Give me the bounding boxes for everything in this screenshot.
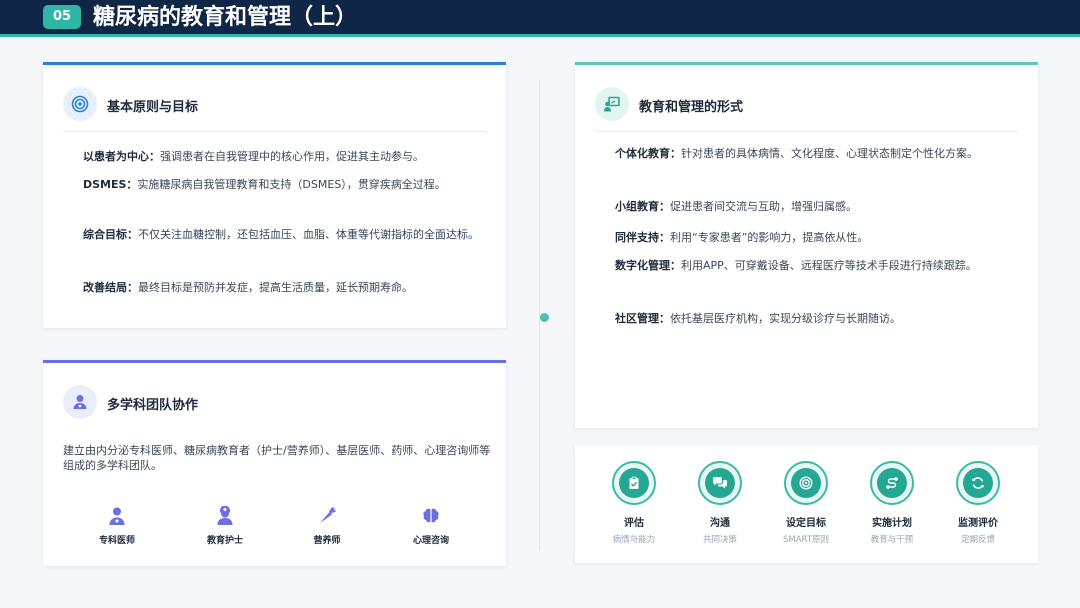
- title-bar-accent-line: [0, 34, 1080, 37]
- role-label: 营养师: [313, 536, 341, 546]
- team-description: 建立由内分泌专科医师、糖尿病教育者（护士/营养师）、基层医师、药师、心理咨询师等…: [63, 444, 491, 472]
- refresh-icon: [963, 468, 993, 498]
- role-specialist: 专科医师: [77, 504, 157, 546]
- step-title: 设定目标: [786, 518, 826, 529]
- principles-divider: [63, 131, 486, 132]
- team-title: 多学科团队协作: [107, 398, 199, 413]
- team-card: 多学科团队协作 建立由内分泌专科医师、糖尿病教育者（护士/营养师）、基层医师、药…: [43, 360, 506, 566]
- forms-divider: [595, 131, 1018, 132]
- form-item: 同伴支持：利用“专家患者”的影响力，提高依从性。: [615, 231, 869, 244]
- process-step-goal: 设定目标 SMART原则: [763, 461, 849, 545]
- section-number-badge: 05: [43, 5, 81, 29]
- team-icon: [63, 385, 97, 419]
- step-subtitle: 定期反馈: [960, 535, 995, 545]
- role-label: 心理咨询: [412, 536, 449, 546]
- role-nurse: 教育护士: [185, 504, 265, 546]
- form-item: 社区管理：依托基层医疗机构，实现分级诊疗与长期随访。: [615, 312, 901, 325]
- principle-item: 综合目标：不仅关注血糖控制，还包括血压、血脂、体重等代谢指标的全面达标。: [83, 228, 479, 241]
- role-psychologist: 心理咨询: [391, 504, 471, 546]
- form-item: 数字化管理：利用APP、可穿戴设备、远程医疗等技术手段进行持续跟踪。: [615, 259, 977, 272]
- step-subtitle: 共同决策: [702, 535, 737, 545]
- role-label: 教育护士: [206, 536, 243, 546]
- forms-title: 教育和管理的形式: [639, 100, 744, 115]
- forms-card: 教育和管理的形式 个体化教育：针对患者的具体病情、文化程度、心理状态制定个性化方…: [575, 62, 1038, 428]
- principle-item: 以患者为中心：强调患者在自我管理中的核心作用，促进其主动参与。: [83, 150, 424, 163]
- form-item: 小组教育：促进患者间交流与互助，增强归属感。: [615, 200, 857, 213]
- role-dietitian: 营养师: [287, 504, 367, 546]
- principle-item: DSMES：实施糖尿病自我管理教育和支持（DSMES），贯穿疾病全过程。: [83, 178, 446, 191]
- step-subtitle: SMART原则: [782, 535, 830, 545]
- principle-item: 改善结局：最终目标是预防并发症，提高生活质量，延长预期寿命。: [83, 281, 413, 294]
- divider-dot: [540, 313, 549, 322]
- doctor-icon: [105, 504, 129, 528]
- clipboard-icon: [619, 468, 649, 498]
- role-label: 专科医师: [98, 536, 135, 546]
- step-title: 评估: [624, 518, 644, 529]
- page-title: 糖尿病的教育和管理（上）: [93, 4, 358, 30]
- nurse-icon: [213, 504, 237, 528]
- step-subtitle: 病情与能力: [612, 535, 656, 545]
- process-step-communicate: 沟通 共同决策: [677, 461, 763, 545]
- process-step-assess: 评估 病情与能力: [591, 461, 677, 545]
- process-step-monitor: 监测评价 定期反馈: [935, 461, 1021, 545]
- step-title: 实施计划: [872, 518, 912, 529]
- process-step-implement: 实施计划 教育与干预: [849, 461, 935, 545]
- principles-card: 基本原则与目标 以患者为中心：强调患者在自我管理中的核心作用，促进其主动参与。 …: [43, 62, 506, 328]
- principles-title: 基本原则与目标: [107, 100, 199, 115]
- process-card: 评估 病情与能力 沟通 共同决策 设定目标 SMART原则 实施计划 教育与干预…: [575, 445, 1038, 563]
- route-icon: [877, 468, 907, 498]
- carrot-icon: [315, 504, 339, 528]
- step-title: 沟通: [710, 518, 730, 529]
- form-item: 个体化教育：针对患者的具体病情、文化程度、心理状态制定个性化方案。: [615, 147, 978, 160]
- target-icon: [791, 468, 821, 498]
- target-icon: [63, 87, 97, 121]
- presentation-icon: [595, 87, 629, 121]
- brain-icon: [419, 504, 443, 528]
- chat-icon: [705, 468, 735, 498]
- step-subtitle: 教育与干预: [870, 535, 914, 545]
- step-title: 监测评价: [958, 518, 998, 529]
